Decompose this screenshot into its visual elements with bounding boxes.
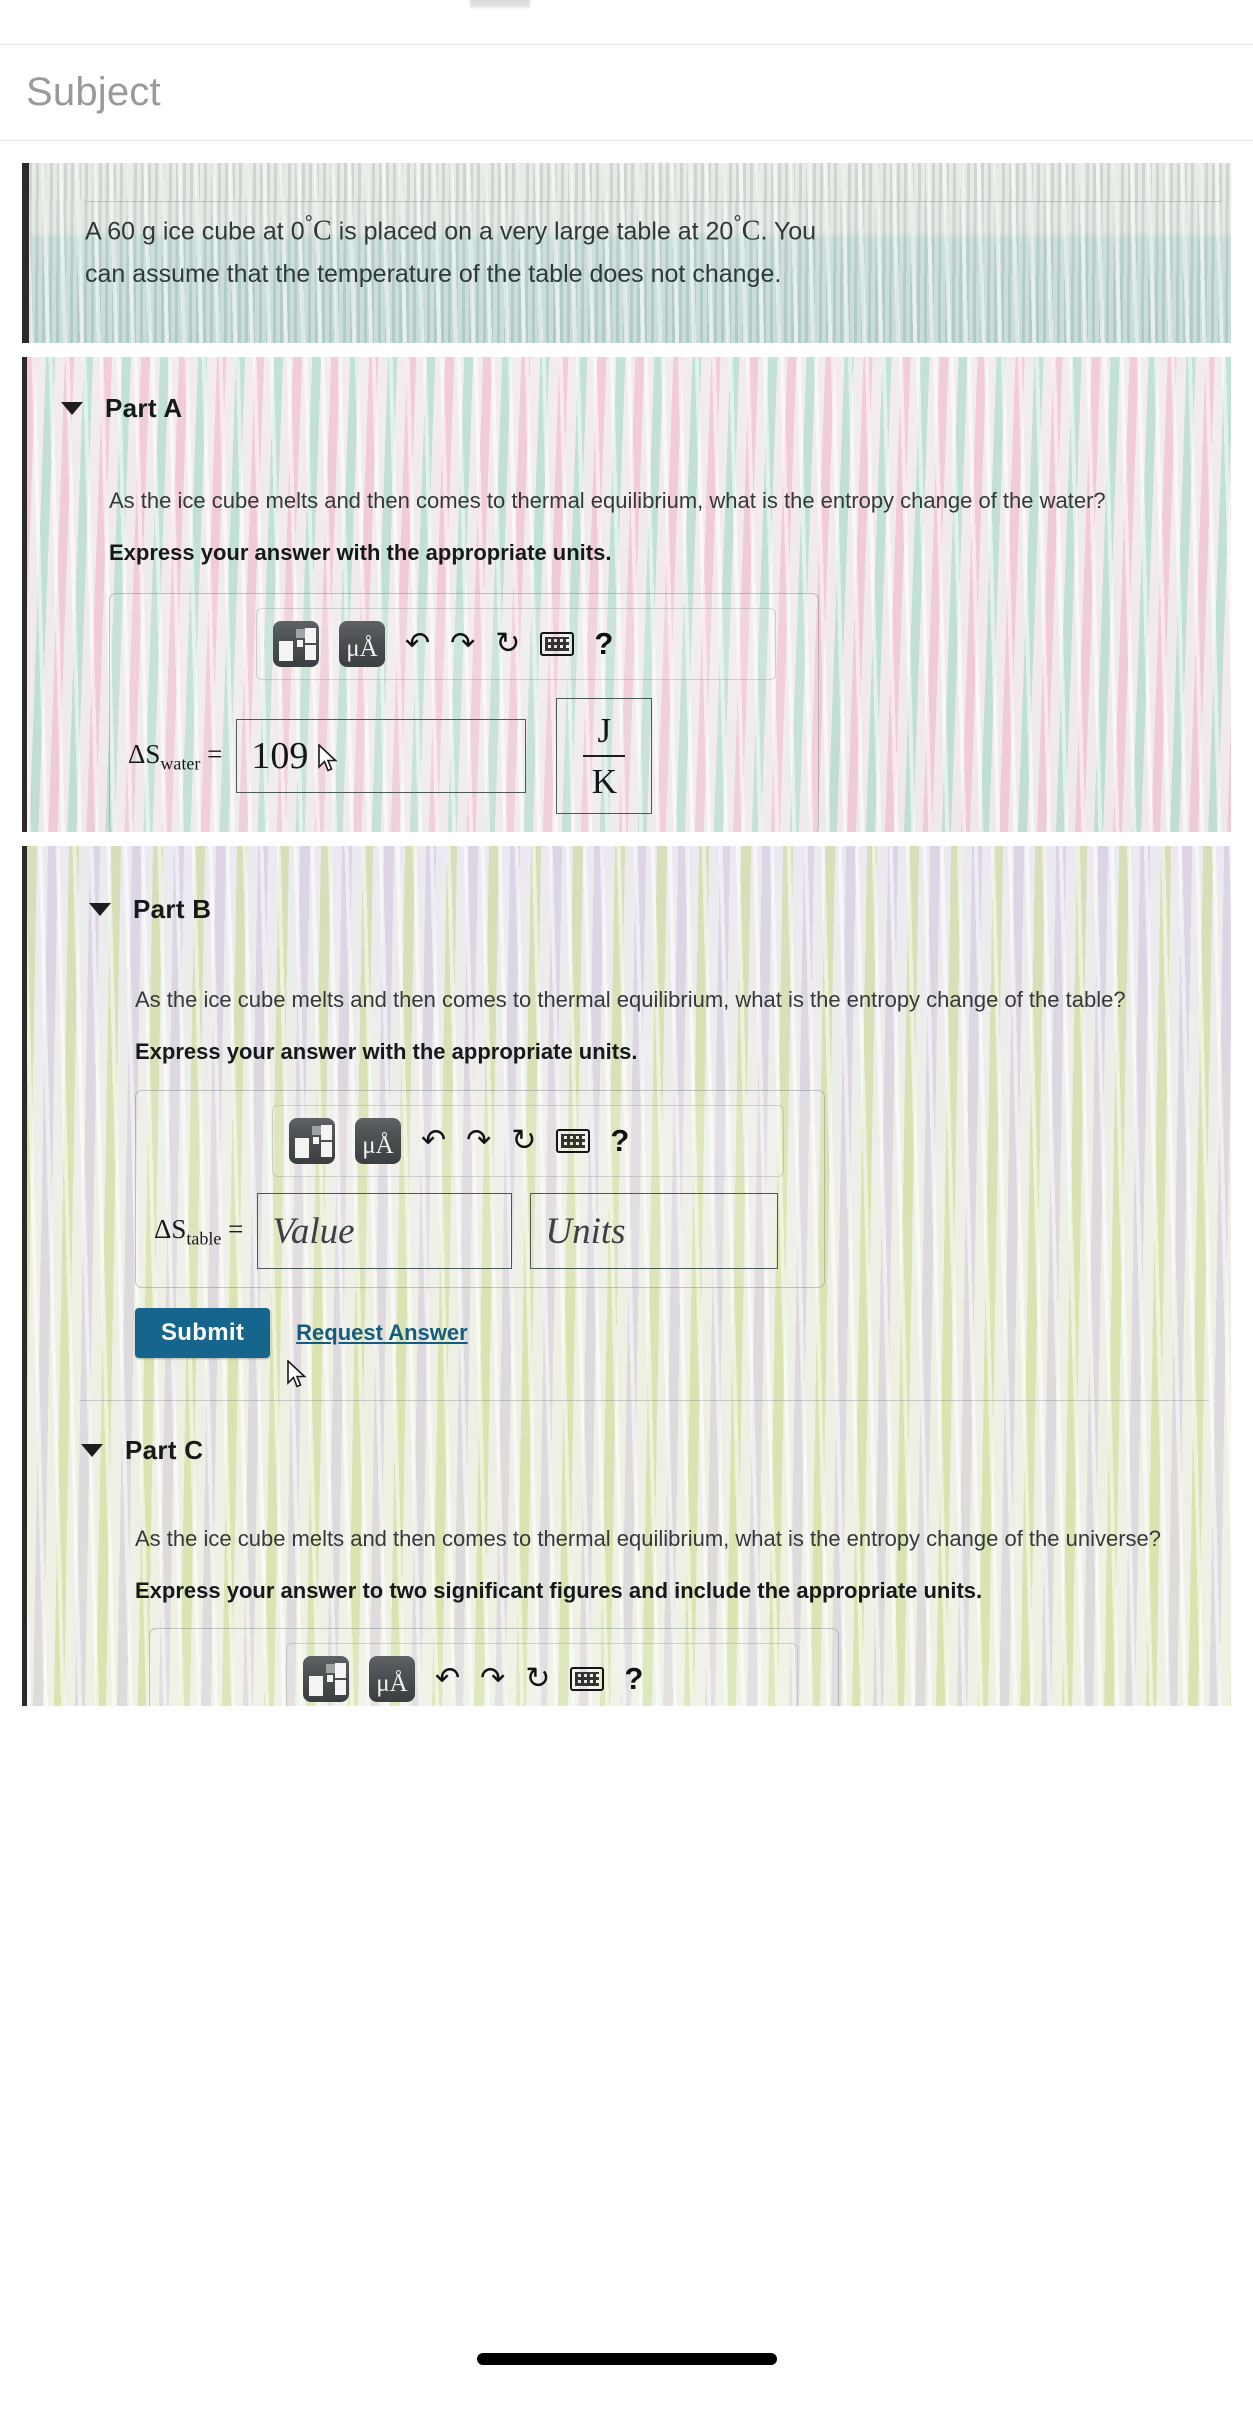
chevron-down-icon[interactable] [81,1444,103,1458]
part-a-unit-numerator: J [597,711,612,751]
part-a-answer-row: ΔSwater = 109 J K [128,698,800,815]
problem-statement-line-2: can assume that the temperature of the t… [85,259,782,288]
math-template-icon[interactable] [289,1118,335,1165]
celsius-1: C [313,215,332,247]
part-b-header[interactable]: Part B [61,894,1197,925]
units-icon-label: μÅ [376,1669,408,1697]
units-icon[interactable]: μÅ [355,1118,401,1165]
stmt-part-1: A 60 g ice cube at 0 [85,217,305,246]
undo-icon[interactable]: ↶ [405,629,430,659]
part-b-units-placeholder: Units [545,1210,626,1252]
chevron-down-icon[interactable] [61,402,83,415]
help-icon[interactable]: ? [594,626,613,662]
part-b-button-row: Submit Request Answer [135,1308,1197,1388]
part-a-label: Part A [105,393,183,423]
part-c-label: Part C [125,1435,204,1466]
part-b-toolbar[interactable]: μÅ ↶ ↷ ↻ ? [272,1105,784,1178]
math-template-icon[interactable] [273,621,319,668]
math-template-icon[interactable] [303,1655,349,1702]
part-b-value-placeholder: Value [272,1210,355,1252]
part-b-equals: = [228,1213,244,1244]
part-a-photo[interactable]: Part A As the ice cube melts and then co… [22,357,1231,832]
part-b-submit-button[interactable]: Submit [135,1308,271,1359]
part-a-delta-s: ΔS [128,738,161,769]
keyboard-icon[interactable] [570,1666,605,1691]
fraction-bar-icon [583,755,626,758]
part-a-answer-box[interactable]: μÅ ↶ ↷ ↻ ? ΔSwater = 109 J K [109,593,819,832]
keyboard-icon[interactable] [556,1129,591,1154]
part-b-answer-row: ΔStable = Value Units [154,1193,806,1270]
celsius-2: C [741,215,761,247]
part-a-value-text: 109 [251,735,309,778]
stmt-part-3: . You [760,217,817,246]
reset-icon[interactable]: ↻ [511,1126,536,1156]
problem-statement-text-block: A 60 g ice cube at 0°C is placed on a ve… [29,163,1231,292]
part-a-subscript: water [160,753,201,774]
degree-symbol-2: ° [733,212,742,235]
part-b-delta-s: ΔS [154,1213,187,1244]
bottom-safe-area [0,2270,1253,2420]
part-a-toolbar[interactable]: μÅ ↶ ↷ ↻ ? [256,608,776,681]
part-a-instruction: Express your answer with the appropriate… [109,539,612,565]
mouse-cursor-icon [318,744,340,774]
undo-icon[interactable]: ↶ [421,1126,446,1156]
part-b-instruction: Express your answer with the appropriate… [135,1038,638,1064]
undo-icon[interactable]: ↶ [435,1663,460,1694]
part-a-value-input[interactable]: 109 [236,719,527,794]
part-b-answer-box[interactable]: μÅ ↶ ↷ ↻ ? ΔStable = Value Units [135,1090,825,1289]
part-c-question: As the ice cube melts and then comes to … [135,1526,1162,1552]
top-cropped-bar [0,0,1253,44]
problem-statement-photo[interactable]: A 60 g ice cube at 0°C is placed on a ve… [22,163,1231,343]
part-b-request-answer-link[interactable]: Request Answer [296,1320,468,1346]
help-icon[interactable]: ? [624,1661,643,1697]
app-page: Subject A 60 g ice cube at 0°C is placed… [0,0,1253,2420]
subject-placeholder-text: Subject [26,70,161,114]
redo-icon[interactable]: ↷ [450,629,475,659]
part-a-variable-label: ΔSwater = [128,739,222,774]
part-c-answer-box[interactable]: μÅ ↶ ↷ ↻ ? ΔSuniverse = Value [149,1627,839,1706]
keyboard-icon[interactable] [540,632,575,657]
part-b-subscript: table [186,1228,222,1249]
part-c-instruction: Express your answer to two significant f… [135,1578,983,1604]
part-a-equals: = [207,738,223,769]
units-icon[interactable]: μÅ [339,621,385,668]
part-a-unit-denominator: K [591,762,617,802]
units-icon-label: μÅ [362,1132,394,1160]
part-a-units-display[interactable]: J K [556,698,653,815]
part-b-units-input[interactable]: Units [530,1193,779,1270]
stmt-part-2: is placed on a very large table at 20 [331,217,734,246]
mouse-cursor-icon [287,1360,309,1390]
part-b-value-input[interactable]: Value [257,1193,513,1270]
part-c-header[interactable]: Part C [61,1435,1197,1466]
subject-divider [0,140,1253,141]
cropped-text-fragment [470,0,530,8]
degree-symbol-1: ° [304,212,314,235]
part-b-question: As the ice cube melts and then comes to … [135,987,1126,1012]
part-a-question: As the ice cube melts and then comes to … [109,488,1106,513]
part-divider [79,1400,1209,1402]
part-b-label: Part B [133,894,212,924]
reset-icon[interactable]: ↻ [525,1663,550,1694]
part-b-variable-label: ΔStable = [154,1214,243,1249]
units-icon-label: μÅ [346,635,378,663]
part-bc-photo[interactable]: Part B As the ice cube melts and then co… [22,846,1231,1706]
help-icon[interactable]: ? [610,1123,629,1159]
part-a-header[interactable]: Part A [61,393,1197,424]
redo-icon[interactable]: ↷ [466,1126,491,1156]
part-c-toolbar[interactable]: μÅ ↶ ↷ ↻ ? [286,1642,798,1706]
units-icon[interactable]: μÅ [369,1655,415,1702]
reset-icon[interactable]: ↻ [495,629,520,659]
subject-input[interactable]: Subject [0,45,1253,140]
chevron-down-icon[interactable] [89,903,111,916]
problem-statement-line-1: A 60 g ice cube at 0°C is placed on a ve… [85,209,1201,252]
home-indicator[interactable] [476,2353,777,2365]
redo-icon[interactable]: ↷ [480,1663,505,1694]
